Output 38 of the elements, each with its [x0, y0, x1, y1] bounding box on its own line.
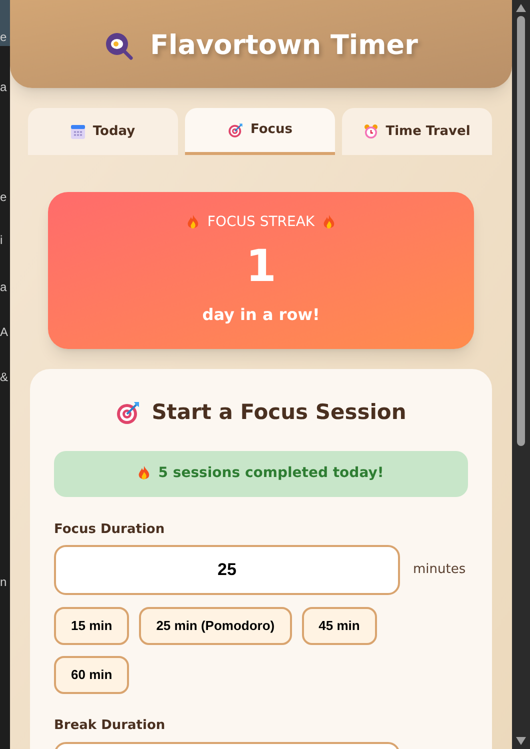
fire-icon: [322, 215, 335, 230]
window-titlebar: [0, 0, 10, 46]
background-window-text: i: [0, 233, 3, 247]
preset-button[interactable]: 15 min: [54, 607, 130, 645]
target-icon: [116, 400, 140, 425]
background-window-text: a: [0, 280, 7, 294]
tab[interactable]: Focus: [185, 108, 335, 155]
fire-icon: [187, 215, 200, 230]
scrollbar[interactable]: [512, 0, 530, 749]
preset-button[interactable]: 60 min: [54, 656, 130, 694]
background-window-text: A: [0, 325, 8, 339]
tab[interactable]: Time Travel: [342, 108, 492, 155]
unit-label: minutes: [413, 561, 466, 580]
streak-count: 1: [246, 241, 276, 293]
scroll-thumb[interactable]: [517, 16, 525, 446]
sessions-count-text: 5 sessions completed today!: [158, 464, 384, 483]
focus-duration-label: Focus Duration: [54, 520, 166, 538]
streak-caption: day in a row!: [202, 304, 320, 326]
fire-icon: [138, 466, 150, 481]
scroll-down-icon[interactable]: [516, 737, 526, 745]
frying-pan-icon: [104, 31, 134, 61]
app-title: Flavortown Timer: [150, 28, 418, 63]
preset-button[interactable]: 25 min (Pomodoro): [139, 607, 292, 645]
session-title: Start a Focus Session: [152, 399, 406, 426]
streak-title: FOCUS STREAK: [207, 213, 315, 232]
background-window-text: n: [0, 575, 7, 589]
calendar-icon: [70, 124, 85, 138]
background-window-text: e: [0, 30, 7, 44]
break-duration-label: Break Duration: [54, 717, 166, 735]
background-window-text: e: [0, 190, 7, 204]
target-icon: [228, 122, 242, 138]
background-window-text: a: [0, 80, 7, 94]
background-window-text: &: [0, 370, 8, 384]
alarm-clock-icon: [364, 124, 378, 139]
preset-button[interactable]: 45 min: [302, 607, 377, 645]
scroll-up-icon[interactable]: [516, 4, 526, 12]
focus-duration-field[interactable]: 25: [54, 545, 400, 595]
tab[interactable]: Today: [28, 108, 178, 155]
